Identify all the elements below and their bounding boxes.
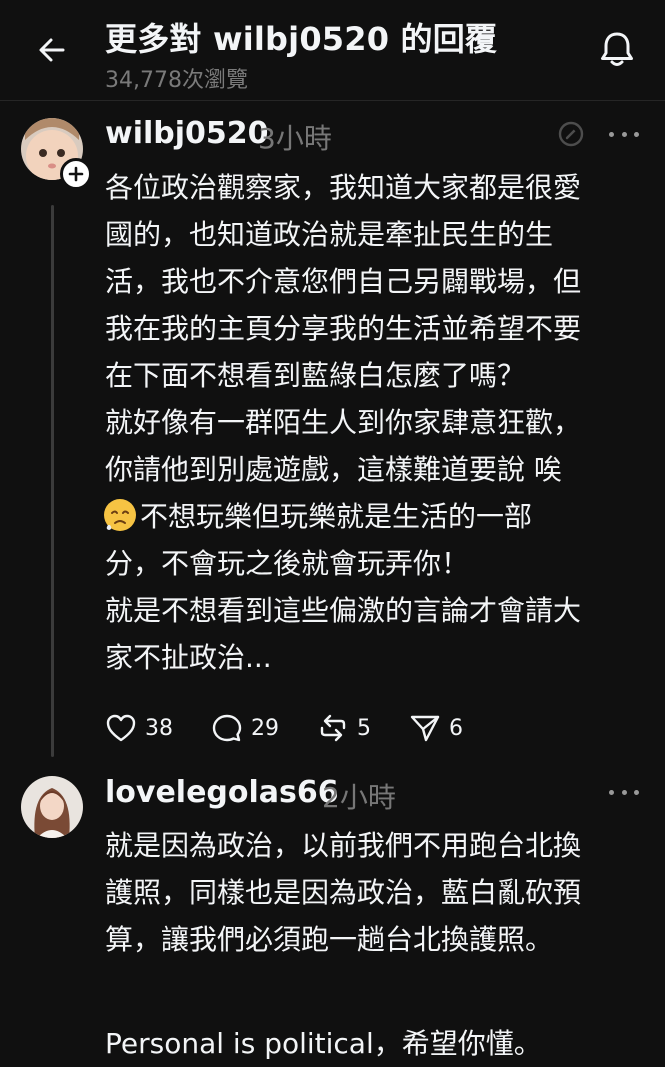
text-line: 就好像有一群陌生人到你家肆意狂歡， (105, 406, 582, 439)
timestamp: 3小時 (258, 122, 332, 155)
comment-button[interactable]: 29 (211, 713, 279, 743)
username[interactable]: wilbj0520 (105, 116, 269, 151)
dot (634, 131, 639, 137)
dot (609, 131, 614, 137)
text-line: 護照，同樣也是因為政治，藍白亂砍預 (105, 876, 582, 909)
share-count: 6 (449, 715, 463, 741)
thread-line (51, 205, 54, 757)
avatar-image (21, 776, 83, 838)
reply-post: wilbj0520 3小時 各位政治觀察家，我知道大家都是很愛 國的，也知道政治… (0, 0, 665, 760)
dot (621, 131, 627, 137)
share-button[interactable]: 6 (409, 713, 463, 743)
text-line: 各位政治觀察家，我知道大家都是很愛 (105, 171, 582, 204)
text-line: 國的，也知道政治就是牽扯民生的生 (105, 218, 554, 251)
text-line: 分，不會玩之後就會玩弄你！ (105, 547, 470, 580)
comment-count: 29 (251, 715, 279, 741)
reply-post: lovelegolas66 2小時 就是因為政治，以前我們不用跑台北換 護照，同… (0, 760, 665, 1060)
text-line: 家不扯政治... (105, 641, 272, 674)
like-count: 38 (145, 715, 173, 741)
like-button[interactable]: 38 (105, 713, 173, 743)
repost-button[interactable]: 5 (317, 713, 371, 743)
more-options-button[interactable] (609, 785, 639, 799)
dot (621, 789, 627, 795)
repost-count: 5 (357, 715, 371, 741)
text-line: 活，我也不介意您們自己另闢戰場，但 (105, 265, 582, 298)
dot (609, 789, 614, 795)
plus-icon (68, 166, 84, 182)
text-line: Personal is political，希望你懂。 (105, 1027, 542, 1060)
heart-icon (106, 714, 136, 742)
text-line: 不想玩樂但玩樂就是生活的一部 (140, 500, 533, 533)
text-line (105, 963, 581, 1020)
sad-face-emoji-icon (104, 499, 136, 531)
avatar[interactable] (21, 776, 83, 838)
text-line: 就是不想看到這些偏激的言論才會請大 (105, 594, 582, 627)
username[interactable]: lovelegolas66 (105, 775, 339, 810)
follow-button[interactable] (60, 158, 92, 190)
comment-icon (212, 714, 242, 742)
more-options-button[interactable] (609, 127, 639, 141)
text-line: 在下面不想看到藍綠白怎麼了嗎？ (105, 359, 526, 392)
text-line: 我在我的主頁分享我的生活並希望不要 (105, 312, 582, 345)
text-line: 你請他到別處遊戲，這樣難道要說 唉 (105, 453, 562, 486)
dot (634, 789, 639, 795)
action-bar: 38 29 5 6 (105, 708, 501, 748)
timestamp: 2小時 (322, 781, 396, 814)
text-line: 就是因為政治，以前我們不用跑台北換 (105, 829, 582, 862)
text-line-with-emoji: 不想玩樂但玩樂就是生活的一部 (104, 493, 581, 540)
repost-icon (320, 714, 346, 742)
post-text: 就是因為政治，以前我們不用跑台北換 護照，同樣也是因為政治，藍白亂砍預 算，讓我… (105, 822, 581, 1067)
send-icon (410, 715, 440, 742)
edit-icon[interactable] (557, 120, 585, 148)
post-text: 各位政治觀察家，我知道大家都是很愛 國的，也知道政治就是牽扯民生的生 活，我也不… (104, 164, 582, 681)
text-line: 算，讓我們必須跑一趟台北換護照。 (105, 923, 554, 956)
